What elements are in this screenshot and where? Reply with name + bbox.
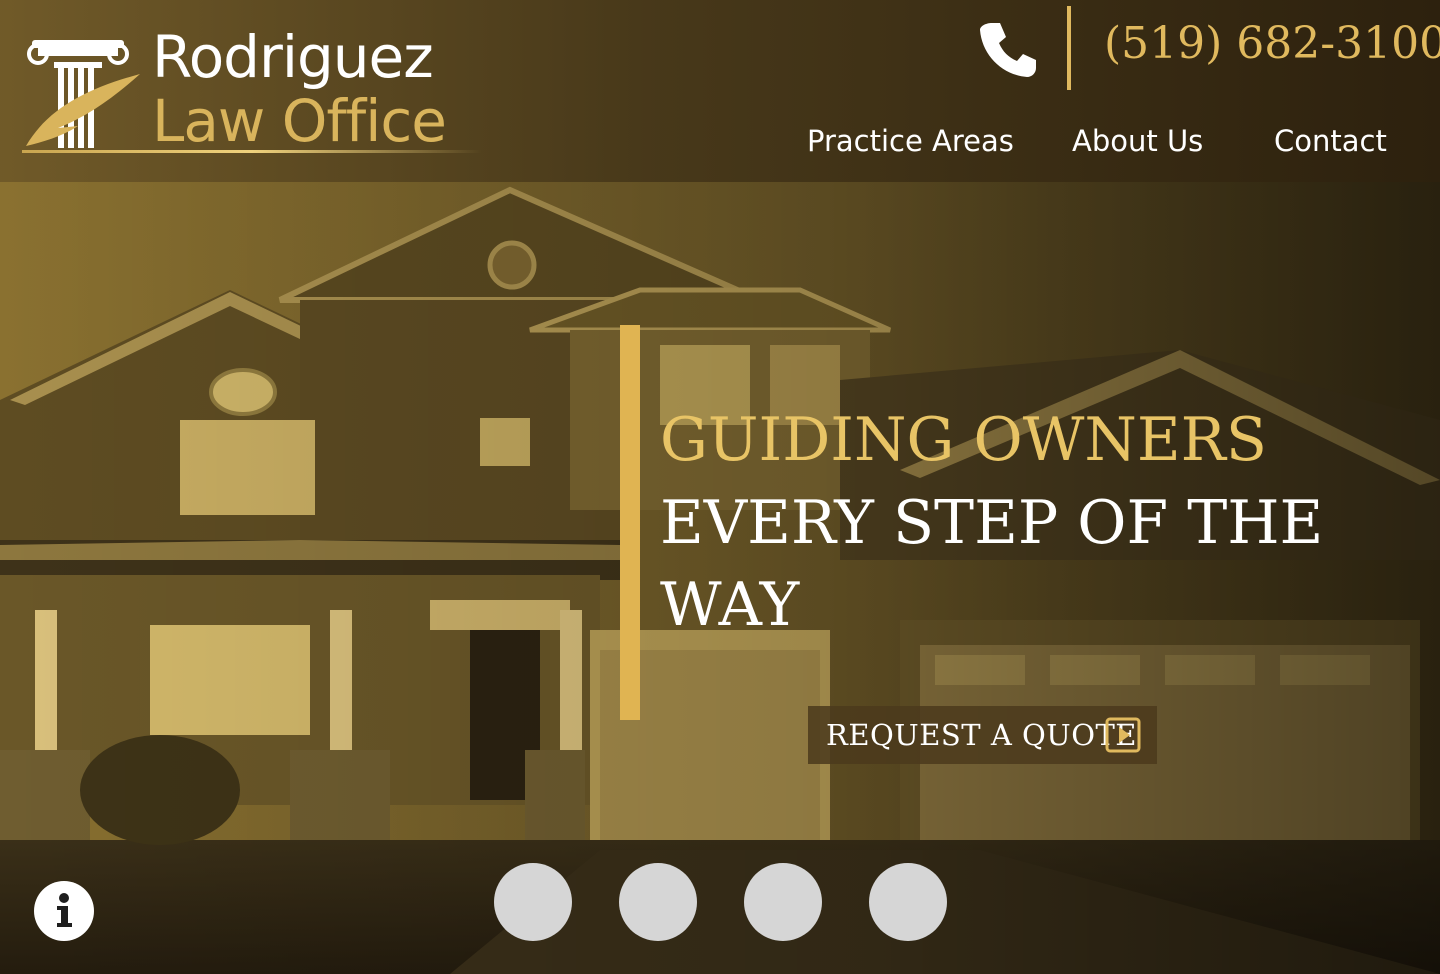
- info-button[interactable]: [34, 881, 94, 941]
- nav-item-about-us[interactable]: About Us: [1072, 124, 1203, 158]
- info-icon: [57, 893, 72, 927]
- request-quote-label: REQUEST A QUOTE: [826, 718, 1137, 752]
- hero-headline-gold: GUIDING OWNERS: [660, 405, 1267, 475]
- phone-divider: [1067, 6, 1071, 90]
- nav-item-practice-areas[interactable]: Practice Areas: [807, 124, 1014, 158]
- hero-headline-line3: WAY: [660, 570, 800, 640]
- site-header: Rodriguez Law Office (519) 682-3100 Prac…: [0, 0, 1440, 182]
- slider-dot-2[interactable]: [619, 863, 697, 941]
- slider-dot-1[interactable]: [494, 863, 572, 941]
- phone-icon[interactable]: [978, 20, 1038, 78]
- hero-headline-line2: EVERY STEP OF THE: [660, 488, 1324, 558]
- brand-name-line1: Rodriguez: [152, 23, 434, 91]
- request-quote-button[interactable]: REQUEST A QUOTE: [808, 706, 1157, 764]
- slider-dot-3[interactable]: [744, 863, 822, 941]
- slider-dot-4[interactable]: [869, 863, 947, 941]
- play-square-icon: [1105, 717, 1141, 753]
- main-nav: Practice Areas About Us Contact: [0, 124, 1440, 168]
- nav-item-contact[interactable]: Contact: [1274, 124, 1387, 158]
- hero-accent-bar: [620, 325, 640, 720]
- phone-number-link[interactable]: (519) 682-3100: [1104, 18, 1440, 69]
